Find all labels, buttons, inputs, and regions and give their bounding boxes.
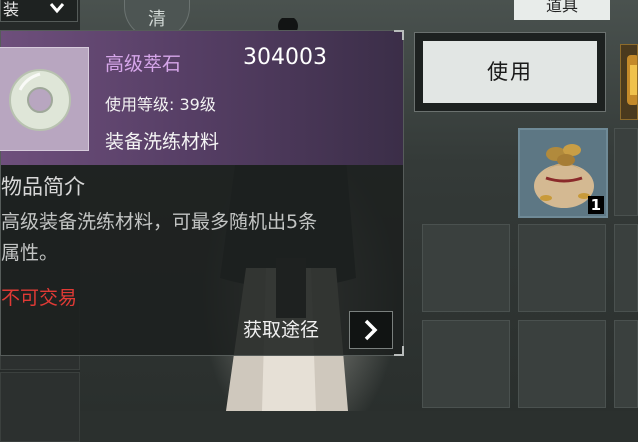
item-icon-frame bbox=[0, 47, 89, 151]
obtain-button[interactable] bbox=[349, 311, 393, 349]
item-count-badge: 1 bbox=[587, 196, 604, 214]
jade-ring-icon bbox=[6, 60, 78, 144]
tab-items-label: 道具 bbox=[545, 0, 578, 15]
intro-text: 高级装备洗练材料，可最多随机出5条 属性。 bbox=[1, 207, 399, 269]
equipment-dropdown[interactable]: 装 bbox=[0, 0, 78, 22]
trade-status: 不可交易 bbox=[1, 287, 78, 309]
item-name: 高级萃石 bbox=[105, 53, 182, 75]
inventory-slot[interactable] bbox=[614, 320, 638, 408]
obtain-label[interactable]: 获取途径 bbox=[243, 315, 319, 342]
inventory-slot[interactable] bbox=[614, 224, 638, 312]
item-category: 装备洗练材料 bbox=[105, 131, 220, 153]
intro-title: 物品简介 bbox=[1, 175, 85, 199]
use-button-label: 使用 bbox=[423, 41, 597, 103]
inventory-slot[interactable] bbox=[422, 320, 510, 408]
gold-item-icon[interactable] bbox=[620, 44, 638, 120]
item-tooltip: 高级萃石 304003 使用等级: 39级 装备洗练材料 物品简介 高级装备洗练… bbox=[0, 30, 404, 356]
corner-decoration bbox=[394, 346, 404, 356]
required-level: 使用等级: 39级 bbox=[105, 95, 216, 114]
use-button[interactable]: 使用 bbox=[414, 32, 606, 112]
inventory-slot[interactable] bbox=[422, 224, 510, 312]
inventory-slot[interactable] bbox=[518, 224, 606, 312]
corner-decoration bbox=[394, 30, 404, 40]
tab-items[interactable]: 道具 bbox=[514, 0, 610, 20]
inventory-slot[interactable] bbox=[518, 320, 606, 408]
left-slot[interactable] bbox=[0, 372, 80, 442]
emblem-label: 清 bbox=[148, 9, 166, 30]
inventory-slot-selected[interactable]: 1 bbox=[518, 128, 608, 218]
intro-line: 高级装备洗练材料，可最多随机出5条 bbox=[1, 211, 318, 233]
intro-line: 属性。 bbox=[1, 242, 59, 264]
dropdown-label: 装 bbox=[3, 0, 20, 19]
chevron-down-icon bbox=[49, 0, 65, 20]
inventory-slot[interactable] bbox=[614, 128, 638, 216]
chevron-right-icon bbox=[363, 319, 379, 347]
item-id: 304003 bbox=[243, 45, 327, 70]
